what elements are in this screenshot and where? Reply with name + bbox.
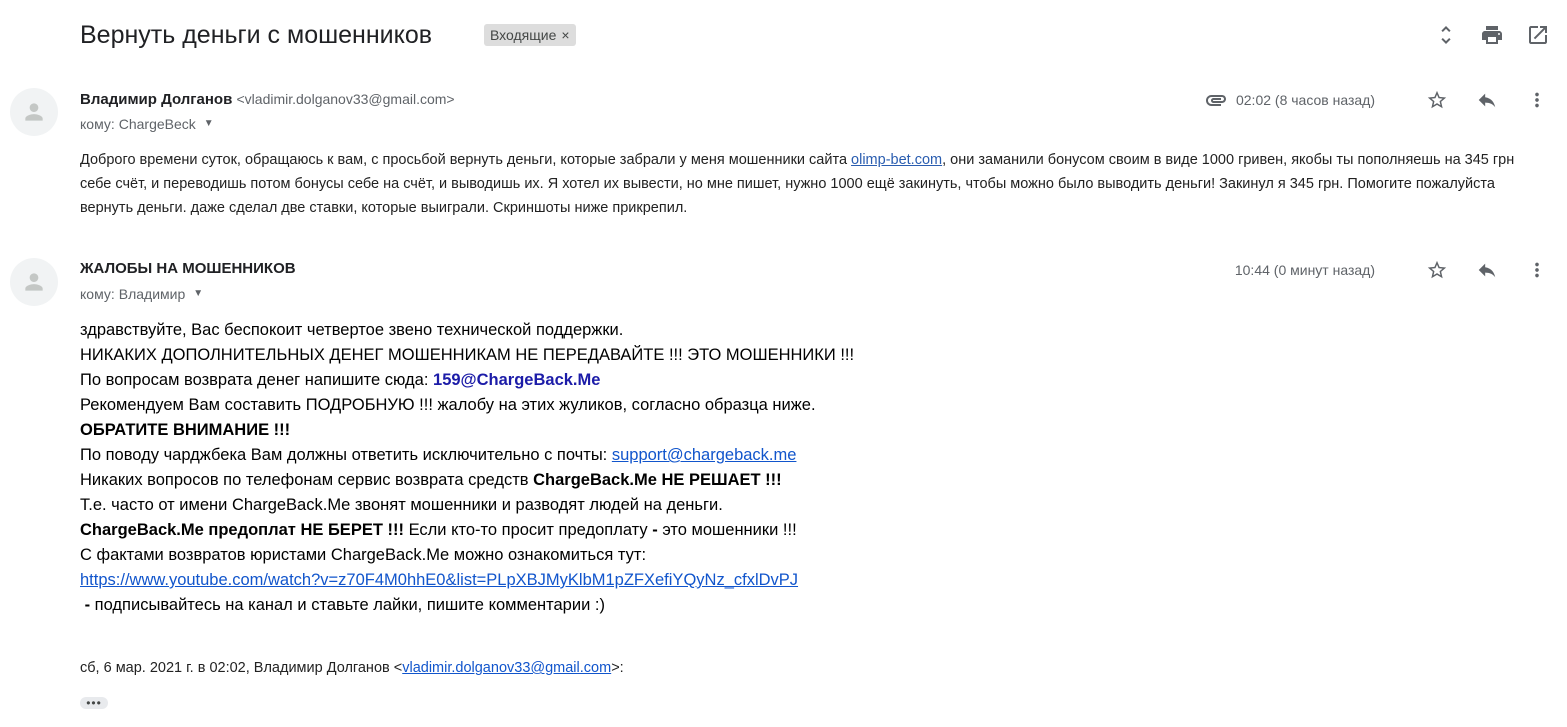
body-bold: ChargeBack.Me предоплат НЕ БЕРЕТ !!! — [80, 521, 404, 539]
avatar — [10, 88, 58, 136]
quoted-message-header: сб, 6 мар. 2021 г. в 02:02, Владимир Дол… — [80, 660, 624, 676]
sender-email: <vladimir.dolganov33@gmail.com> — [236, 91, 455, 107]
body-text: По поводу чарджбека Вам должны ответить … — [80, 446, 612, 464]
body-line: https://www.youtube.com/watch?v=z70F4M0h… — [80, 568, 1280, 593]
support-email-link[interactable]: support@chargeback.me — [612, 446, 797, 464]
body-link[interactable]: olimp-bet.com — [851, 152, 942, 168]
more-vert-icon[interactable] — [1525, 258, 1549, 282]
person-icon — [25, 273, 43, 291]
show-trimmed-content-button[interactable]: ••• — [80, 697, 108, 709]
chevron-down-icon[interactable]: ▼ — [193, 284, 203, 304]
body-line: НИКАКИХ ДОПОЛНИТЕЛЬНЫХ ДЕНЕГ МОШЕННИКАМ … — [80, 346, 855, 364]
body-text: По вопросам возврата денег напишите сюда… — [80, 371, 434, 389]
chevron-down-icon[interactable]: ▼ — [204, 114, 214, 134]
quote-suffix: >: — [611, 660, 624, 676]
open-new-window-icon[interactable] — [1525, 20, 1551, 50]
inbox-label-chip[interactable]: Входящие × — [484, 24, 576, 46]
recipient-name: Владимир — [118, 286, 186, 302]
sender-name[interactable]: Владимир Долганов — [80, 91, 232, 108]
message-time: 10:44 (0 минут назад) — [1234, 262, 1375, 278]
body-bold: ChargeBack.Me НЕ РЕШАЕТ !!! — [533, 471, 782, 489]
star-icon[interactable] — [1425, 88, 1449, 112]
body-line: Т.е. часто от имени ChargeBack.Me звонят… — [80, 496, 723, 514]
print-icon[interactable] — [1479, 20, 1505, 50]
contact-email: 159@ChargeBack.Me — [433, 371, 601, 389]
body-text: Доброго времени суток, обращаюсь к вам, … — [80, 152, 852, 168]
quote-prefix: сб, 6 мар. 2021 г. в 02:02, Владимир Дол… — [80, 660, 403, 676]
person-icon — [25, 103, 43, 121]
message-meta: 02:02 (8 часов назад) — [1204, 88, 1549, 112]
attachment-icon — [1204, 88, 1228, 112]
recipient-name: ChargeBeck — [118, 116, 196, 132]
message-body: здравствуйте, Вас беспокоит четвертое зв… — [80, 318, 1280, 618]
recipient-line: кому: ChargeBeck ▼ — [80, 114, 214, 134]
body-line: По поводу чарджбека Вам должны ответить … — [80, 443, 1280, 468]
body-text: подписывайтесь на канал и ставьте лайки,… — [90, 596, 605, 614]
sender-line: ЖАЛОБЫ НА МОШЕННИКОВ — [80, 259, 296, 279]
thread-subject: Вернуть деньги с мошенников — [80, 21, 433, 49]
sender-line: Владимир Долганов <vladimir.dolganov33@g… — [80, 89, 455, 110]
body-line: здравствуйте, Вас беспокоит четвертое зв… — [80, 321, 624, 339]
message-meta: 10:44 (0 минут назад) — [1235, 258, 1549, 282]
quote-email-link[interactable]: vladimir.dolganov33@gmail.com — [402, 660, 611, 676]
expand-collapse-icon[interactable] — [1433, 20, 1459, 50]
body-line: Никаких вопросов по телефонам сервис воз… — [80, 468, 1280, 493]
body-text: Никаких вопросов по телефонам сервис воз… — [80, 471, 534, 489]
body-text: Если кто-то просит предоплату — [403, 521, 653, 539]
body-line: ChargeBack.Me предоплат НЕ БЕРЕТ !!! Есл… — [80, 518, 1280, 543]
to-prefix: кому: — [80, 286, 115, 302]
avatar — [10, 258, 58, 306]
body-line: ОБРАТИТЕ ВНИМАНИЕ !!! — [80, 418, 1280, 443]
body-line: Рекомендуем Вам составить ПОДРОБНУЮ !!! … — [80, 396, 816, 414]
body-line: По вопросам возврата денег напишите сюда… — [80, 368, 1280, 393]
reply-icon[interactable] — [1475, 258, 1499, 282]
label-text: Входящие — [490, 27, 557, 43]
reply-icon[interactable] — [1475, 88, 1499, 112]
attention-heading: ОБРАТИТЕ ВНИМАНИЕ !!! — [80, 421, 291, 439]
recipient-line: кому: Владимир ▼ — [80, 284, 203, 304]
message-time: 02:02 (8 часов назад) — [1235, 92, 1375, 108]
youtube-link[interactable]: https://www.youtube.com/watch?v=z70F4M0h… — [80, 571, 798, 589]
star-icon[interactable] — [1425, 258, 1449, 282]
body-text: это мошенники !!! — [657, 521, 797, 539]
remove-label-icon[interactable]: × — [561, 24, 569, 46]
body-line: - подписывайтесь на канал и ставьте лайк… — [80, 593, 1280, 618]
thread-toolbar — [1433, 20, 1551, 50]
more-vert-icon[interactable] — [1525, 88, 1549, 112]
body-line: С фактами возвратов юристами ChargeBack.… — [80, 546, 647, 564]
sender-name[interactable]: ЖАЛОБЫ НА МОШЕННИКОВ — [80, 260, 296, 277]
message-body: Доброго времени суток, обращаюсь к вам, … — [80, 148, 1540, 220]
to-prefix: кому: — [80, 116, 115, 132]
